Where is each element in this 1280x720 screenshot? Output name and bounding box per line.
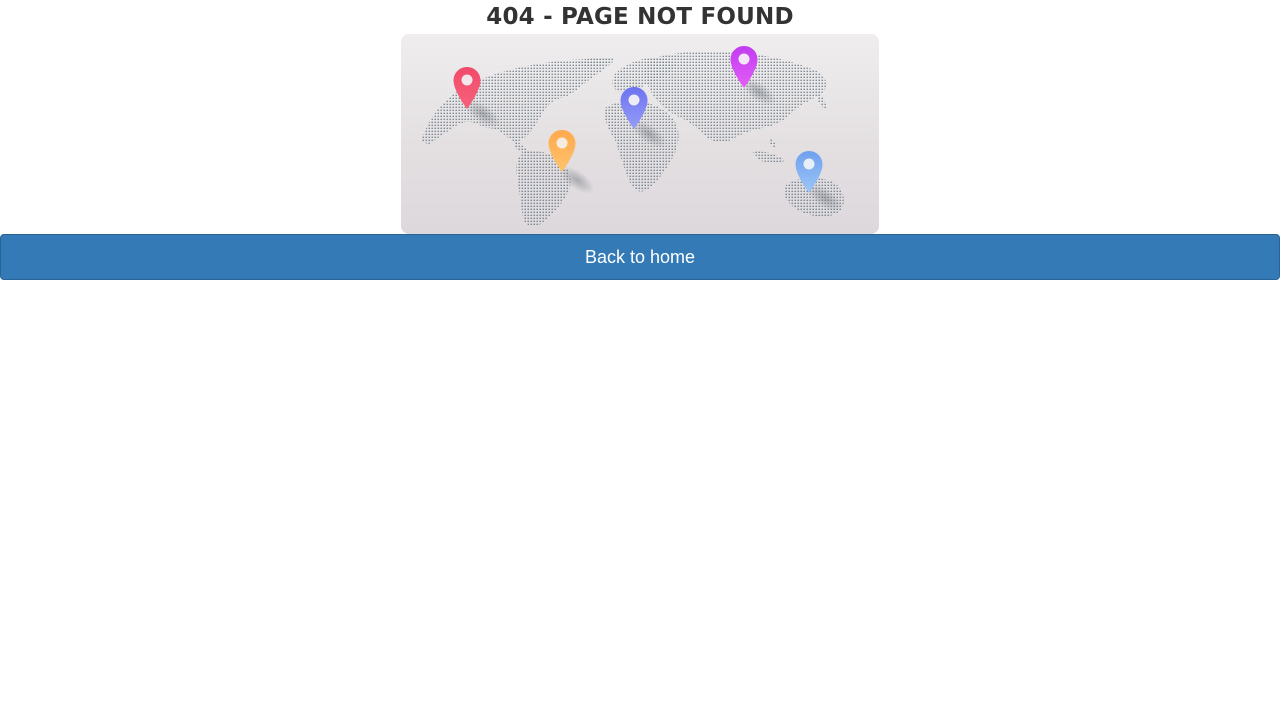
world-map-illustration bbox=[401, 34, 879, 234]
page-title: 404 - PAGE NOT FOUND bbox=[486, 4, 794, 30]
world-map-svg bbox=[421, 46, 844, 226]
back-to-home-button[interactable]: Back to home bbox=[0, 234, 1280, 280]
error-page: 404 - PAGE NOT FOUND Back to home bbox=[0, 0, 1280, 720]
continents bbox=[421, 51, 844, 226]
